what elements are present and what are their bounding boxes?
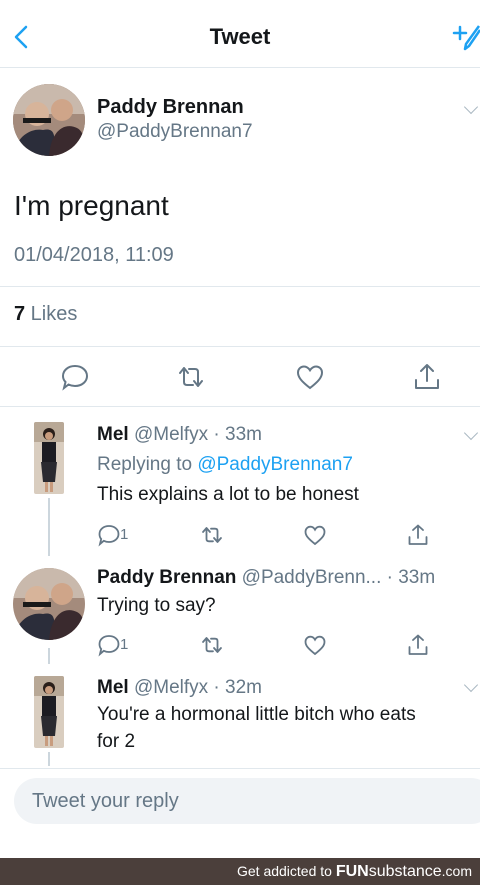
reply-text-line-1: You're a hormonal little bitch who eats [97,704,416,725]
tweet-text: I'm pregnant [14,190,169,221]
tweet-timestamp: 01/04/2018, 11:09 [14,244,174,266]
like-heart-icon[interactable] [303,523,327,547]
watermark-suffix: .com [441,863,472,879]
share-icon[interactable] [406,633,430,657]
thread-connector [48,648,50,664]
reply-icon[interactable] [60,362,90,392]
reply-menu-chevron-icon[interactable] [463,677,479,693]
retweet-icon[interactable] [200,633,224,657]
divider [0,346,480,347]
reply-icon[interactable] [97,523,121,547]
divider [0,406,480,407]
replying-to-handle-link[interactable]: @PaddyBrennan7 [197,454,353,475]
likes-label: Likes [25,303,78,325]
compose-tweet-icon[interactable] [452,22,480,52]
reply-author-handle: @PaddyBrenn... [241,567,382,588]
reply-header[interactable]: Mel @Melfyx · 33m [97,424,262,446]
watermark-brand-bold: FUN [335,863,369,880]
reply-count: 1 [120,526,129,543]
watermark-brand-rest: substance [368,863,442,880]
author-name[interactable]: Paddy Brennan [97,96,244,119]
reply-text: This explains a lot to be honest [97,484,359,505]
reply-author-handle: @Melfyx [133,677,209,698]
reply-author-name: Mel [97,677,129,698]
likes-count: 7 [14,303,26,325]
page-title: Tweet [209,24,271,49]
share-icon[interactable] [412,362,442,392]
reply-header[interactable]: Paddy Brennan @PaddyBrenn... · 33m [97,567,435,589]
watermark-footer: Get addicted to FUNsubstance.com [0,858,480,885]
watermark-prefix: Get addicted to [236,863,336,879]
thread-connector [48,752,50,766]
author-handle[interactable]: @PaddyBrennan7 [97,121,253,143]
share-icon[interactable] [406,523,430,547]
like-heart-icon[interactable] [303,633,327,657]
reply-time: · 32m [208,677,263,698]
reply-menu-chevron-icon[interactable] [463,425,479,441]
reply-text-line-2: for 2 [97,731,136,752]
author-avatar[interactable] [13,84,85,156]
divider [0,286,480,287]
retweet-icon[interactable] [176,362,206,392]
reply-avatar-mel[interactable] [34,422,64,494]
reply-avatar-paddy[interactable] [13,568,85,640]
replying-to: Replying to @PaddyBrennan7 [97,454,353,476]
likes-stat[interactable]: 7 Likes [14,303,77,326]
reply-author-name: Paddy Brennan [97,567,237,588]
reply-count: 1 [120,636,129,653]
reply-time: · 33m [381,567,436,588]
reply-time: · 33m [208,424,263,445]
reply-author-name: Mel [97,424,129,445]
like-heart-icon[interactable] [295,362,325,392]
reply-input[interactable]: Tweet your reply [14,778,480,824]
reply-icon[interactable] [97,633,121,657]
tweet-menu-chevron-icon[interactable] [463,99,479,115]
replying-to-label: Replying to [97,454,198,475]
thread-connector [48,498,50,556]
reply-avatar-mel[interactable] [34,676,64,748]
reply-header[interactable]: Mel @Melfyx · 32m [97,677,262,699]
retweet-icon[interactable] [200,523,224,547]
top-nav-bar: Tweet [0,0,480,68]
reply-author-handle: @Melfyx [133,424,209,445]
reply-text: Trying to say? [97,595,216,616]
